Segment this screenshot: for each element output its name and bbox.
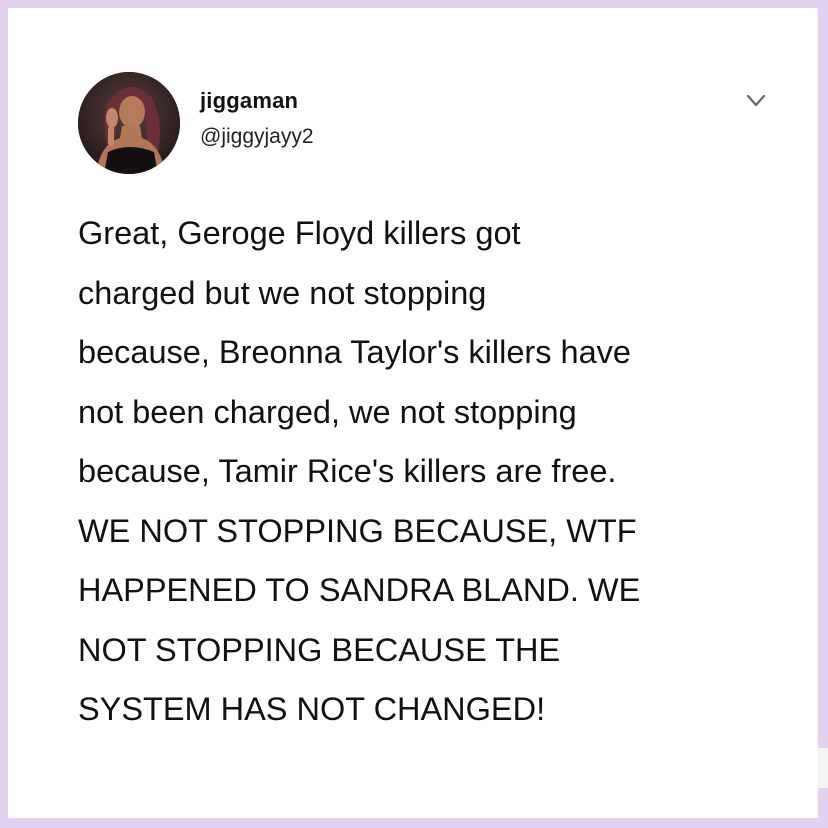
tweet-line: SYSTEM HAS NOT CHANGED! [78,691,546,727]
tweet-line: WE NOT STOPPING BECAUSE, WTF [78,512,637,549]
tweet-line: NOT STOPPING BECAUSE THE [78,631,561,668]
avatar-photo-icon [78,72,180,174]
tweet-line: because, Breonna Taylor's killers have [78,334,631,370]
post-frame: jiggaman @jiggyjayy2 Great, Geroge Floyd… [0,0,828,828]
tweet-line: HAPPENED TO SANDRA BLAND. WE [78,572,641,608]
tweet-text: Great, Geroge Floyd killers got charged … [78,204,788,740]
tweet-line: because, Tamir Rice's killers are free. [78,453,617,489]
edge-artifact [818,748,828,788]
author-display-name[interactable]: jiggaman [200,88,298,114]
chevron-down-icon[interactable] [742,90,770,112]
author-handle[interactable]: @jiggyjayy2 [200,125,314,149]
tweet-line: not been charged, we not stopping [78,393,577,430]
tweet-line: Great, Geroge Floyd killers got [78,215,521,251]
avatar[interactable] [78,72,180,174]
tweet-line: charged but we not stopping [78,274,487,311]
